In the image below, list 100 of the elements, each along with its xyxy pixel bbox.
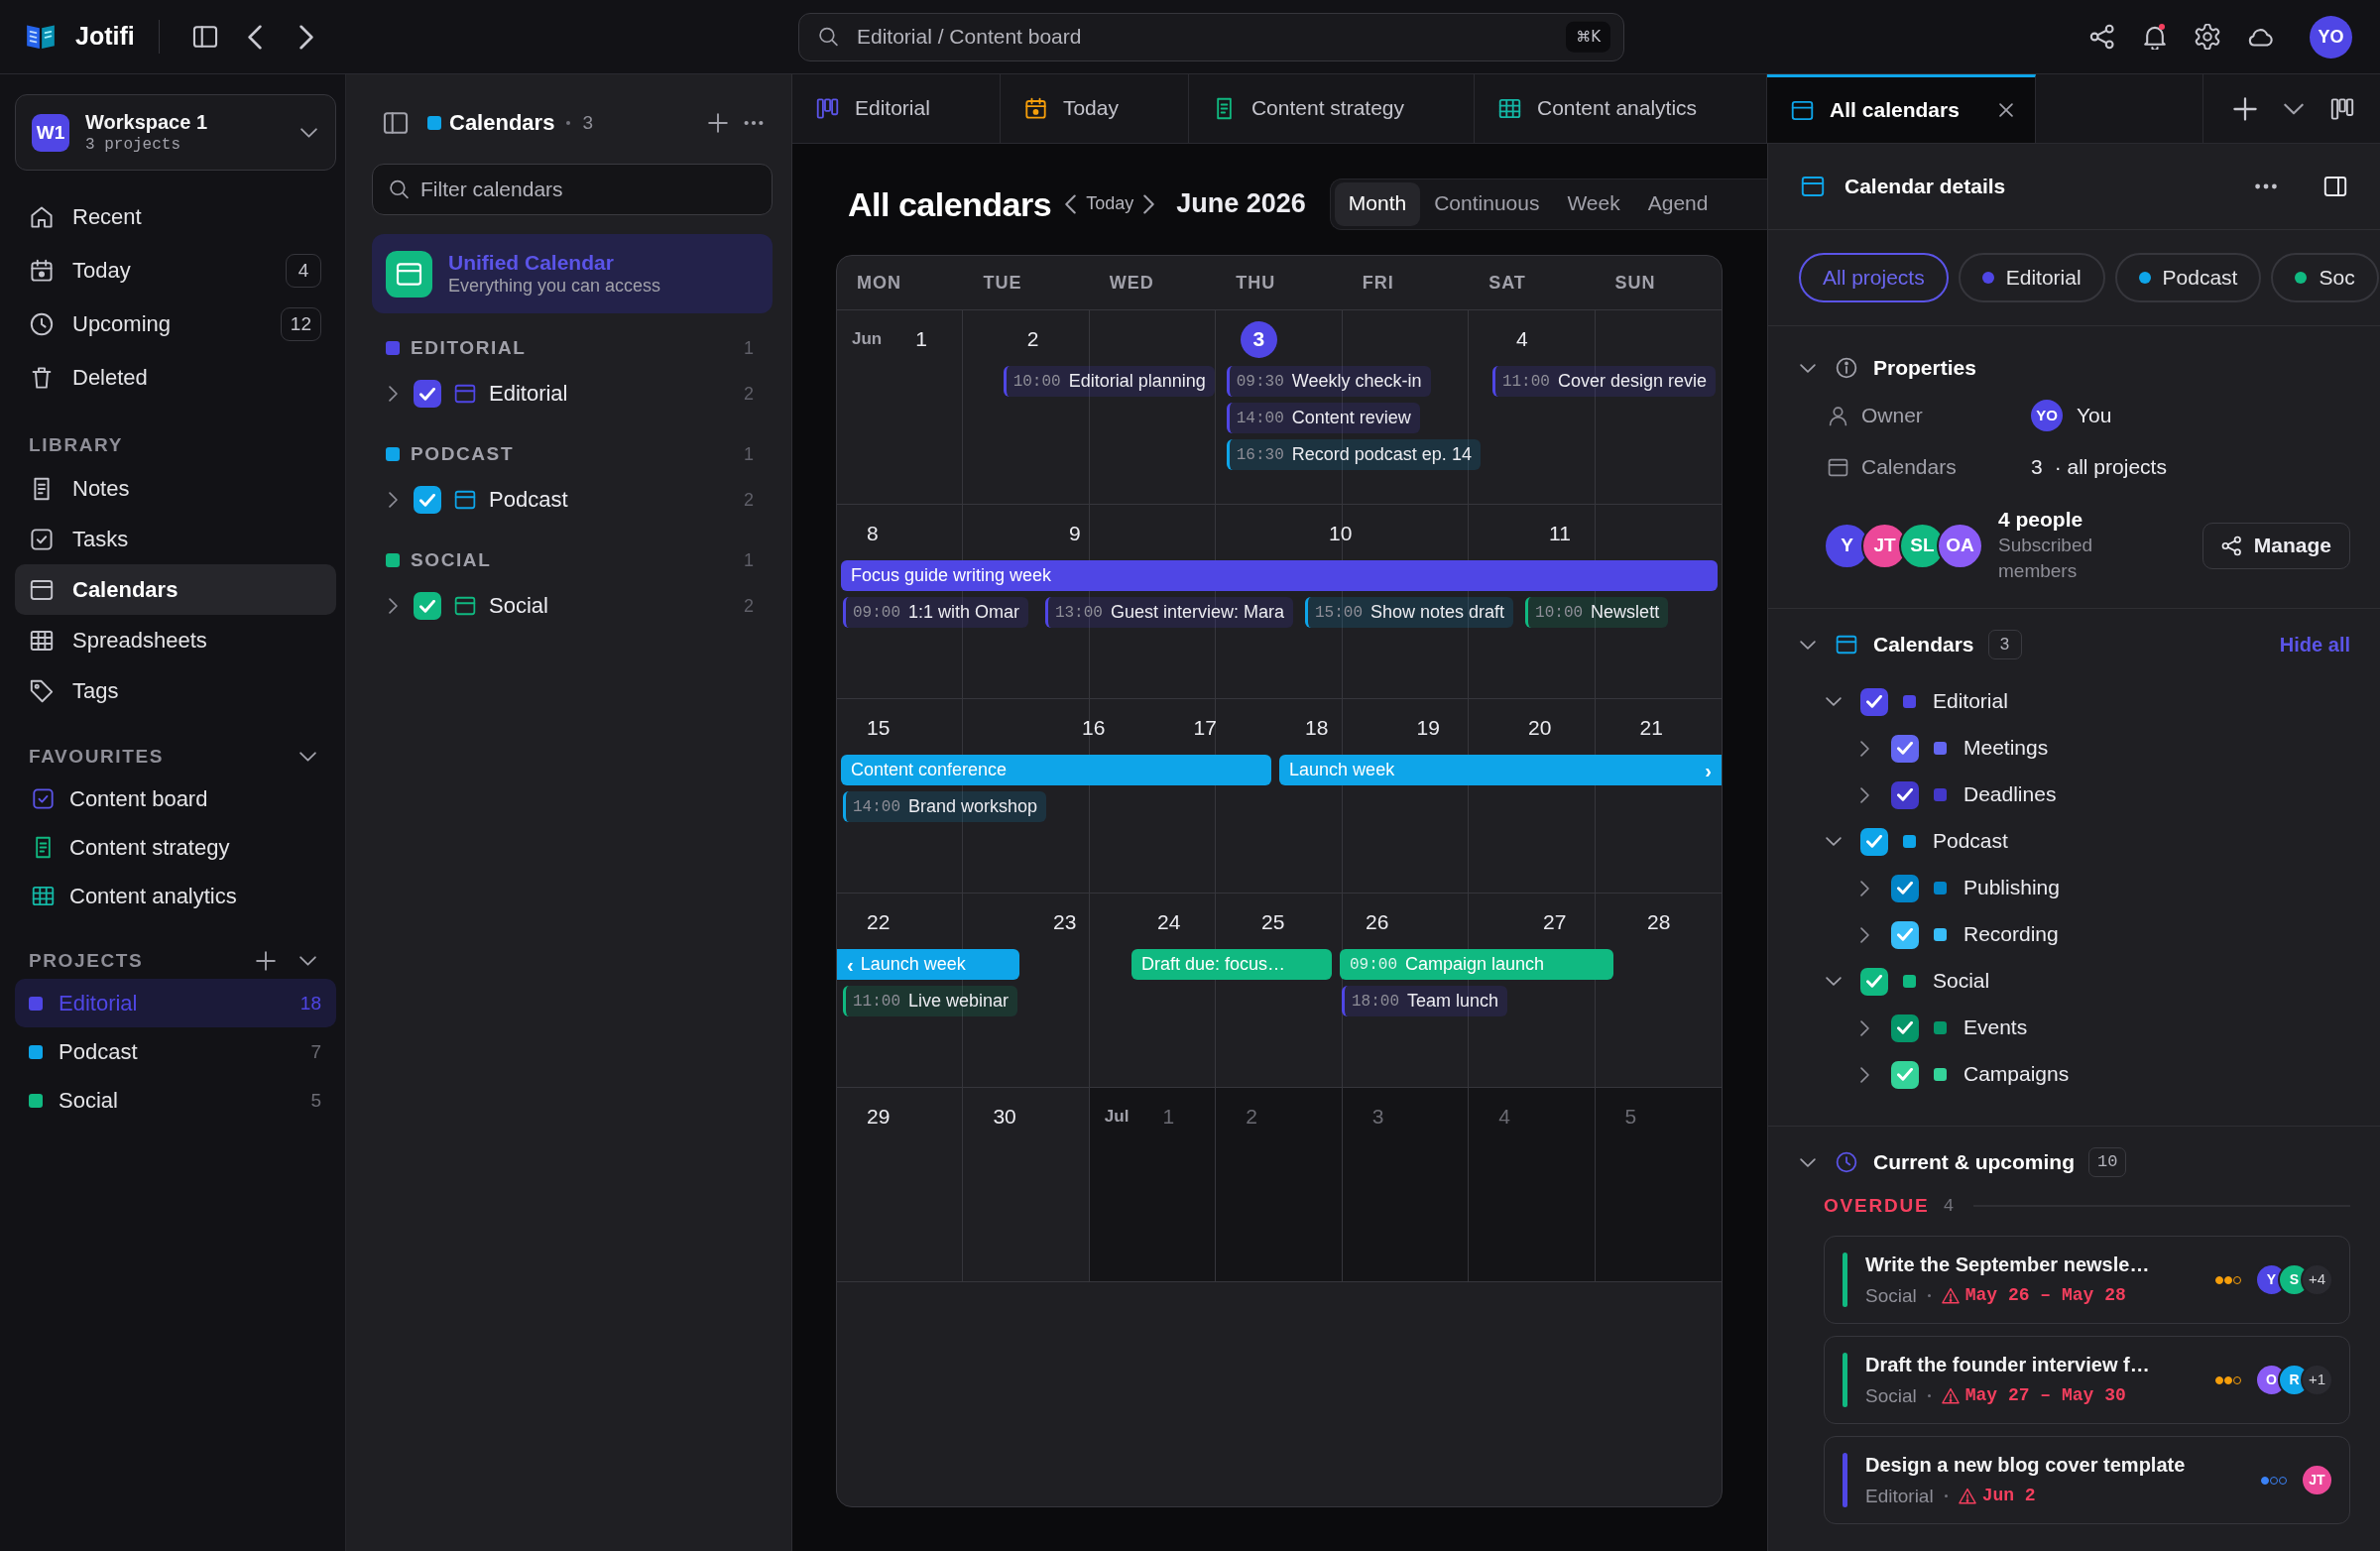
calendar-item[interactable]: Campaigns — [1798, 1051, 2350, 1098]
sidebar-toggle-icon[interactable] — [383, 110, 409, 136]
view-tab[interactable]: Agend — [1633, 181, 1723, 226]
task-card[interactable]: Write the September newsle… Social May 26 – May 28 Y S +4 — [1824, 1236, 2350, 1324]
calendar-item[interactable]: Editorial — [1798, 678, 2350, 725]
calendar-event[interactable]: 16:30 Record podcast ep. 14 — [1226, 439, 1481, 470]
calendar-item[interactable]: Recording — [1798, 911, 2350, 958]
view-tab[interactable]: Week — [1553, 181, 1634, 226]
sidebar-item[interactable]: Spreadsheets — [15, 615, 336, 665]
calendar-event[interactable]: 10:00 Newslett — [1525, 597, 1669, 628]
close-icon[interactable] — [1998, 103, 2013, 117]
project-item[interactable]: Podcast 7 — [15, 1027, 336, 1076]
calendar-event[interactable]: 18:00 Team lunch — [1342, 986, 1508, 1016]
checkbox[interactable] — [1891, 1060, 1919, 1089]
checkbox[interactable] — [1891, 874, 1919, 902]
chevron-right-icon[interactable] — [1859, 1019, 1869, 1036]
calendar-item[interactable]: Podcast — [1798, 818, 2350, 865]
checkbox[interactable] — [1860, 827, 1888, 856]
calendar-event[interactable]: 14:00 Brand workshop — [843, 791, 1047, 822]
bell-icon[interactable] — [2142, 24, 2168, 50]
tab[interactable]: All calendars — [1767, 74, 2036, 143]
plus-icon[interactable] — [2233, 96, 2257, 121]
chevron-left-icon[interactable] — [1065, 193, 1077, 214]
task-card[interactable]: Draft the founder interview f… Social May 27 – May 30 O R +1 — [1824, 1336, 2350, 1424]
filter-chip[interactable]: All projects — [1799, 253, 1949, 302]
tab[interactable]: Editorial — [792, 74, 1001, 143]
view-tab[interactable]: Month — [1334, 181, 1421, 226]
chevron-down-icon[interactable] — [1826, 977, 1842, 986]
chevron-right-icon[interactable] — [1859, 1066, 1869, 1083]
sidebar-item[interactable]: Tasks — [15, 514, 336, 564]
view-tab[interactable]: Continuous — [1420, 181, 1554, 226]
chevron-right-icon[interactable] — [389, 492, 398, 508]
manage-button[interactable]: Manage — [2202, 522, 2350, 569]
user-avatar[interactable]: YO — [2310, 15, 2352, 59]
checkbox[interactable] — [1891, 734, 1919, 763]
filter-chip[interactable]: Podcast — [2114, 253, 2262, 302]
task-card[interactable]: Design a new blog cover template Editorial Jun 2 JT — [1824, 1436, 2350, 1524]
tab[interactable]: Content strategy — [1188, 74, 1475, 143]
sidebar-item[interactable]: Tags — [15, 665, 336, 716]
calendar-item[interactable]: Editorial 2 — [372, 368, 773, 419]
chevron-right-icon[interactable] — [1859, 786, 1869, 803]
filter-field[interactable]: Filter calendars — [372, 164, 773, 215]
today-button[interactable]: Today — [1080, 190, 1140, 217]
calendar-event[interactable]: 14:00 Content review — [1226, 403, 1420, 433]
chevron-down-icon[interactable] — [1826, 697, 1842, 706]
calendar-item[interactable]: Social 2 — [372, 580, 773, 632]
sidebar-item[interactable]: Recent — [15, 190, 336, 244]
sidebar-toggle-icon[interactable] — [192, 24, 219, 50]
sidebar-item[interactable]: Calendars — [15, 564, 336, 615]
chevron-down-icon[interactable] — [1826, 837, 1842, 846]
more-icon[interactable] — [2254, 183, 2278, 189]
chevron-down-icon[interactable] — [1800, 640, 1816, 650]
calendar-item[interactable]: Social — [1798, 958, 2350, 1005]
filter-chip[interactable]: Soc — [2271, 253, 2379, 302]
favourite-item[interactable]: Content board — [15, 775, 336, 823]
chevron-right-icon[interactable] — [1859, 880, 1869, 896]
settings-icon[interactable] — [2195, 24, 2220, 50]
sidebar-item[interactable]: Today 4 — [15, 244, 336, 298]
back-icon[interactable] — [248, 24, 263, 50]
chevron-down-icon[interactable] — [299, 752, 316, 762]
forward-icon[interactable] — [299, 24, 314, 50]
panel-toggle-icon[interactable] — [2323, 175, 2347, 198]
calendar-item[interactable]: Deadlines — [1798, 772, 2350, 818]
calendar-item[interactable]: Publishing — [1798, 865, 2350, 911]
calendar-item[interactable]: Podcast 2 — [372, 474, 773, 526]
project-item[interactable]: Social 5 — [15, 1076, 336, 1125]
calendar-item[interactable]: Events — [1798, 1005, 2350, 1051]
chevron-right-icon[interactable] — [1859, 926, 1869, 943]
chevron-right-icon[interactable] — [389, 386, 398, 402]
checkbox[interactable] — [1860, 967, 1888, 996]
all-day-event[interactable]: Focus guide writing week — [841, 560, 1718, 591]
sidebar-item[interactable]: Deleted — [15, 351, 336, 405]
workspace-switcher[interactable]: W1 Workspace 1 3 projects — [15, 94, 336, 171]
calendar-event[interactable]: 11:00 Cover design revie — [1491, 366, 1716, 397]
favourite-item[interactable]: Content strategy — [15, 823, 336, 872]
more-icon[interactable] — [744, 120, 764, 126]
sidebar-item[interactable]: Notes — [15, 463, 336, 514]
chevron-right-icon[interactable] — [1143, 193, 1155, 214]
columns-icon[interactable] — [2330, 96, 2354, 121]
tab[interactable]: Today — [1000, 74, 1189, 143]
checkbox[interactable] — [1860, 687, 1888, 716]
chevron-down-icon[interactable] — [299, 956, 316, 966]
chevron-down-icon[interactable] — [1800, 1157, 1816, 1167]
checkbox[interactable] — [414, 380, 441, 408]
unified-calendar-item[interactable]: Unified Calendar Everything you can access — [372, 234, 773, 313]
calendar-event[interactable]: 13:00 Guest interview: Mara — [1044, 597, 1293, 628]
checkbox[interactable] — [1891, 920, 1919, 949]
checkbox[interactable] — [414, 592, 441, 620]
chevron-right-icon[interactable] — [1859, 740, 1869, 757]
checkbox[interactable] — [1891, 1014, 1919, 1042]
calendar-event[interactable]: 09:30 Weekly check-in — [1226, 366, 1431, 397]
calendar-event[interactable]: 15:00 Show notes draft — [1305, 597, 1514, 628]
calendar-event[interactable]: 10:00 Editorial planning — [1003, 366, 1215, 397]
calendar-event[interactable]: 09:00 1:1 with Omar — [843, 597, 1029, 628]
share-icon[interactable] — [2089, 24, 2115, 50]
calendar-event[interactable]: 11:00 Live webinar — [843, 986, 1018, 1016]
filter-chip[interactable]: Editorial — [1958, 253, 2105, 302]
chevron-down-icon[interactable] — [1800, 363, 1816, 373]
plus-icon[interactable] — [256, 951, 276, 971]
chevron-right-icon[interactable] — [389, 598, 398, 614]
